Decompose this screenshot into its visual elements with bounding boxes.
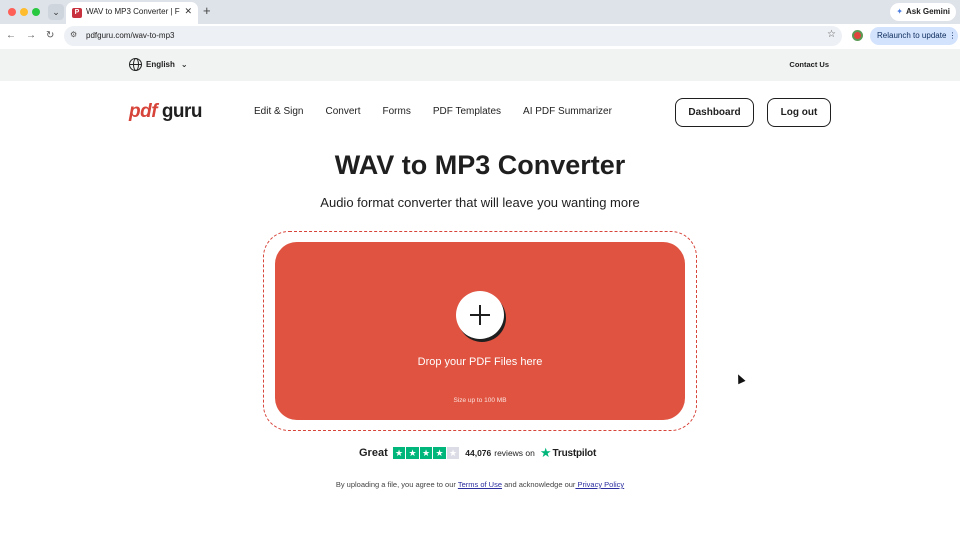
nav-ai-pdf-summarizer[interactable]: AI PDF Summarizer — [523, 106, 612, 117]
window-close-button[interactable] — [8, 8, 16, 16]
window-minimize-button[interactable] — [20, 8, 28, 16]
nav-edit-sign[interactable]: Edit & Sign — [254, 106, 303, 117]
rating-stars: ★ ★ ★ ★ ★ — [392, 446, 460, 460]
browser-toolbar: ← → ↻ ⚙ pdfguru.com/wav-to-mp3 ☆ — [0, 24, 960, 48]
rating-star-icon: ★ — [392, 446, 406, 460]
nav-pdf-templates[interactable]: PDF Templates — [433, 106, 501, 117]
site-settings-icon[interactable]: ⚙ — [70, 30, 77, 39]
file-drop-zone[interactable]: Drop your PDF Files here Size up to 100 … — [275, 242, 685, 420]
legal-notice: By uploading a file, you agree to our Te… — [335, 480, 625, 489]
rating-star-icon: ★ — [406, 446, 419, 460]
nav-forms[interactable]: Forms — [383, 106, 411, 117]
browser-tab-active[interactable]: P WAV to MP3 Converter | Fast ✕ — [66, 2, 198, 24]
review-count: 44,076 — [465, 448, 492, 458]
tab-search-icon[interactable]: ⌄ — [48, 4, 64, 20]
page-title: WAV to MP3 Converter — [334, 150, 626, 180]
nav-convert[interactable]: Convert — [325, 106, 360, 117]
pdfguru-logo[interactable]: pdf guru — [129, 101, 203, 123]
main-nav: Edit & Sign Convert Forms PDF Templates … — [254, 106, 612, 117]
terms-of-use-link[interactable]: Terms of Use — [458, 480, 502, 489]
tab-title: WAV to MP3 Converter | Fast — [86, 7, 180, 16]
language-selector[interactable]: English ⌄ — [129, 58, 188, 71]
forward-button[interactable]: → — [26, 29, 36, 43]
reload-button[interactable]: ↻ — [46, 29, 54, 43]
relaunch-label: Relaunch to update — [877, 31, 947, 40]
ask-gemini-button[interactable]: ✦ Ask Gemini — [890, 3, 956, 21]
address-bar-url[interactable]: pdfguru.com/wav-to-mp3 — [86, 31, 174, 40]
address-bar[interactable]: ⚙ pdfguru.com/wav-to-mp3 ☆ — [64, 26, 842, 46]
new-tab-button[interactable]: + — [203, 4, 211, 18]
size-limit-label: Size up to 100 MB — [453, 397, 507, 404]
browser-tab-bar: ⌄ P WAV to MP3 Converter | Fast ✕ + ✦ Ask… — [0, 0, 960, 24]
privacy-policy-link[interactable]: Privacy Policy — [575, 480, 625, 489]
dashboard-button[interactable]: Dashboard — [675, 98, 754, 127]
rating-star-icon: ★ — [446, 446, 460, 460]
tab-close-icon[interactable]: ✕ — [184, 6, 192, 17]
rating-star-icon: ★ — [419, 446, 433, 460]
gemini-sparkle-icon: ✦ — [896, 7, 903, 16]
page-subtitle: Audio format converter that will leave y… — [320, 195, 640, 210]
logout-button[interactable]: Log out — [767, 98, 831, 127]
drop-files-label: Drop your PDF Files here — [417, 356, 543, 368]
globe-icon — [129, 58, 142, 71]
trustpilot-brand: Trustpilot — [552, 447, 597, 459]
contact-us-link[interactable]: Contact Us — [789, 60, 829, 69]
extension-icon[interactable] — [852, 30, 863, 41]
window-zoom-button[interactable] — [32, 8, 40, 16]
trustpilot-star-icon: ★ — [539, 445, 552, 460]
reviews-on-label: reviews on — [494, 448, 535, 458]
chevron-down-icon: ⌄ — [180, 60, 188, 69]
trustpilot-widget[interactable]: Great ★ ★ ★ ★ ★ 44,076 reviews on ★ Trustpil… — [359, 445, 597, 460]
rating-star-icon: ★ — [433, 446, 446, 460]
pdfguru-favicon-icon: P — [72, 8, 82, 18]
ask-gemini-label: Ask Gemini — [905, 7, 950, 16]
bookmark-star-icon[interactable]: ☆ — [827, 29, 836, 40]
language-label: English — [146, 60, 175, 69]
rating-word: Great — [359, 447, 388, 459]
back-button[interactable]: ← — [6, 29, 16, 43]
add-file-plus-icon[interactable] — [456, 291, 504, 339]
relaunch-to-update-button[interactable]: Relaunch to update ⋮ — [870, 27, 958, 45]
site-top-strip: English ⌄ Contact Us — [0, 49, 960, 81]
mouse-cursor-icon — [734, 372, 746, 385]
